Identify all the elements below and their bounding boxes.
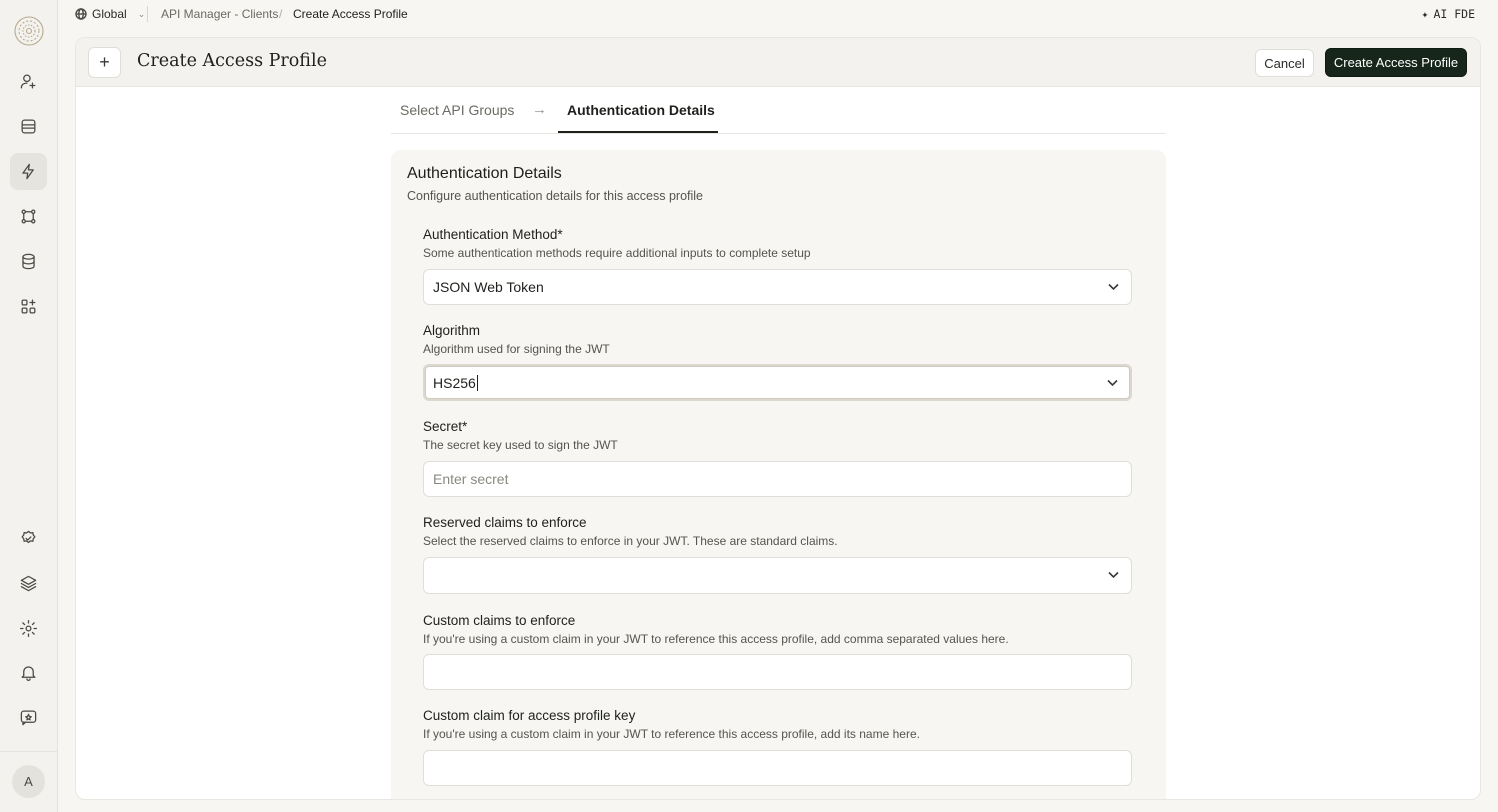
algorithm-value: HS256: [433, 374, 476, 391]
sparkle-icon: ✦: [1421, 7, 1429, 21]
reserved-claims-help: Select the reserved claims to enforce in…: [423, 534, 838, 548]
custom-claims-help: If you're using a custom claim in your J…: [423, 632, 1009, 646]
ai-fde-button[interactable]: ✦ AI FDE: [1422, 7, 1475, 21]
avatar-initial: A: [24, 774, 33, 789]
database-nav-button[interactable]: [10, 243, 47, 280]
feedback-nav-button[interactable]: [10, 699, 47, 736]
brand-logo-icon[interactable]: [12, 14, 46, 48]
chevron-down-icon: [1107, 280, 1120, 293]
chevron-down-icon: ⌄: [137, 8, 146, 19]
create-access-profile-button[interactable]: Create Access Profile: [1325, 48, 1467, 77]
card-title: Authentication Details: [407, 165, 562, 182]
page-header: + Create Access Profile Cancel Create Ac…: [76, 38, 1480, 87]
integrations-nav-button[interactable]: [10, 198, 47, 235]
auth-method-select[interactable]: JSON Web Token: [423, 269, 1132, 305]
notifications-nav-button[interactable]: [10, 654, 47, 691]
apps-nav-button[interactable]: [10, 288, 47, 325]
scope-selector[interactable]: Global ⌄: [75, 7, 145, 21]
bell-icon: [21, 666, 36, 681]
custom-claims-label: Custom claims to enforce: [423, 613, 576, 628]
avatar[interactable]: A: [12, 765, 45, 798]
card-subtitle: Configure authentication details for thi…: [407, 189, 703, 203]
breadcrumb-current: Create Access Profile: [293, 7, 408, 21]
auth-method-label: Authentication Method*: [423, 227, 563, 242]
inbox-nav-button[interactable]: [10, 108, 47, 145]
auth-method-value: JSON Web Token: [433, 279, 544, 295]
reserved-claims-label: Reserved claims to enforce: [423, 515, 587, 530]
page-title: Create Access Profile: [137, 51, 327, 71]
feedback-icon: [20, 710, 37, 726]
text-caret: [476, 374, 478, 391]
auth-method-help: Some authentication methods require addi…: [423, 246, 811, 260]
inbox-icon: [21, 119, 36, 134]
main-panel: + Create Access Profile Cancel Create Ac…: [75, 37, 1481, 800]
scope-label: Global: [92, 7, 127, 21]
secret-label: Secret*: [423, 419, 468, 434]
tab-authentication-details[interactable]: Authentication Details: [567, 102, 715, 118]
plus-icon: +: [99, 52, 110, 72]
globe-icon: [75, 8, 87, 20]
layers-nav-button[interactable]: [10, 565, 47, 602]
algorithm-help: Algorithm used for signing the JWT: [423, 342, 610, 356]
chevron-down-icon: [1107, 568, 1120, 581]
reserved-claims-select[interactable]: [423, 557, 1132, 594]
gear-icon: [19, 619, 38, 638]
chevron-down-icon: [1106, 376, 1119, 389]
algorithm-label: Algorithm: [423, 323, 481, 338]
custom-claim-key-input[interactable]: [423, 750, 1132, 786]
topbar: Global ⌄ API Manager - Clients / Create …: [58, 0, 1498, 28]
user-plus-icon: [20, 74, 36, 89]
settings-nav-button[interactable]: [10, 610, 47, 647]
breadcrumb-api-manager[interactable]: API Manager - Clients: [161, 7, 278, 21]
custom-claim-key-help: If you're using a custom claim in your J…: [423, 727, 920, 741]
layers-icon: [20, 575, 37, 592]
add-button[interactable]: +: [88, 47, 121, 78]
secret-placeholder: Enter secret: [433, 471, 509, 487]
users-nav-button[interactable]: [10, 63, 47, 100]
lightning-icon: [22, 163, 34, 180]
algorithm-select[interactable]: HS256: [423, 364, 1132, 401]
database-icon: [22, 253, 35, 270]
tab-select-api-groups[interactable]: Select API Groups: [400, 102, 514, 118]
apps-plus-icon: [21, 299, 36, 314]
sidebar: A: [0, 0, 58, 812]
secret-input[interactable]: Enter secret: [423, 461, 1132, 497]
custom-claims-input[interactable]: [423, 654, 1132, 690]
nodes-icon: [21, 209, 36, 224]
ai-fde-label: AI FDE: [1433, 7, 1475, 21]
badge-check-icon: [21, 530, 36, 544]
authentication-card: Authentication Details Configure authent…: [391, 150, 1166, 799]
cancel-button[interactable]: Cancel: [1255, 49, 1314, 77]
divider: [147, 6, 148, 22]
breadcrumb-separator: /: [279, 7, 283, 21]
arrow-right-icon: →: [532, 101, 547, 118]
secret-help: The secret key used to sign the JWT: [423, 438, 618, 452]
sidebar-divider: [0, 751, 58, 752]
custom-claim-key-label: Custom claim for access profile key: [423, 708, 636, 723]
api-manager-nav-button[interactable]: [10, 153, 47, 190]
stepper: Select API Groups → Authentication Detai…: [391, 88, 1166, 134]
verification-nav-button[interactable]: [10, 520, 47, 557]
active-tab-indicator: [558, 131, 718, 133]
